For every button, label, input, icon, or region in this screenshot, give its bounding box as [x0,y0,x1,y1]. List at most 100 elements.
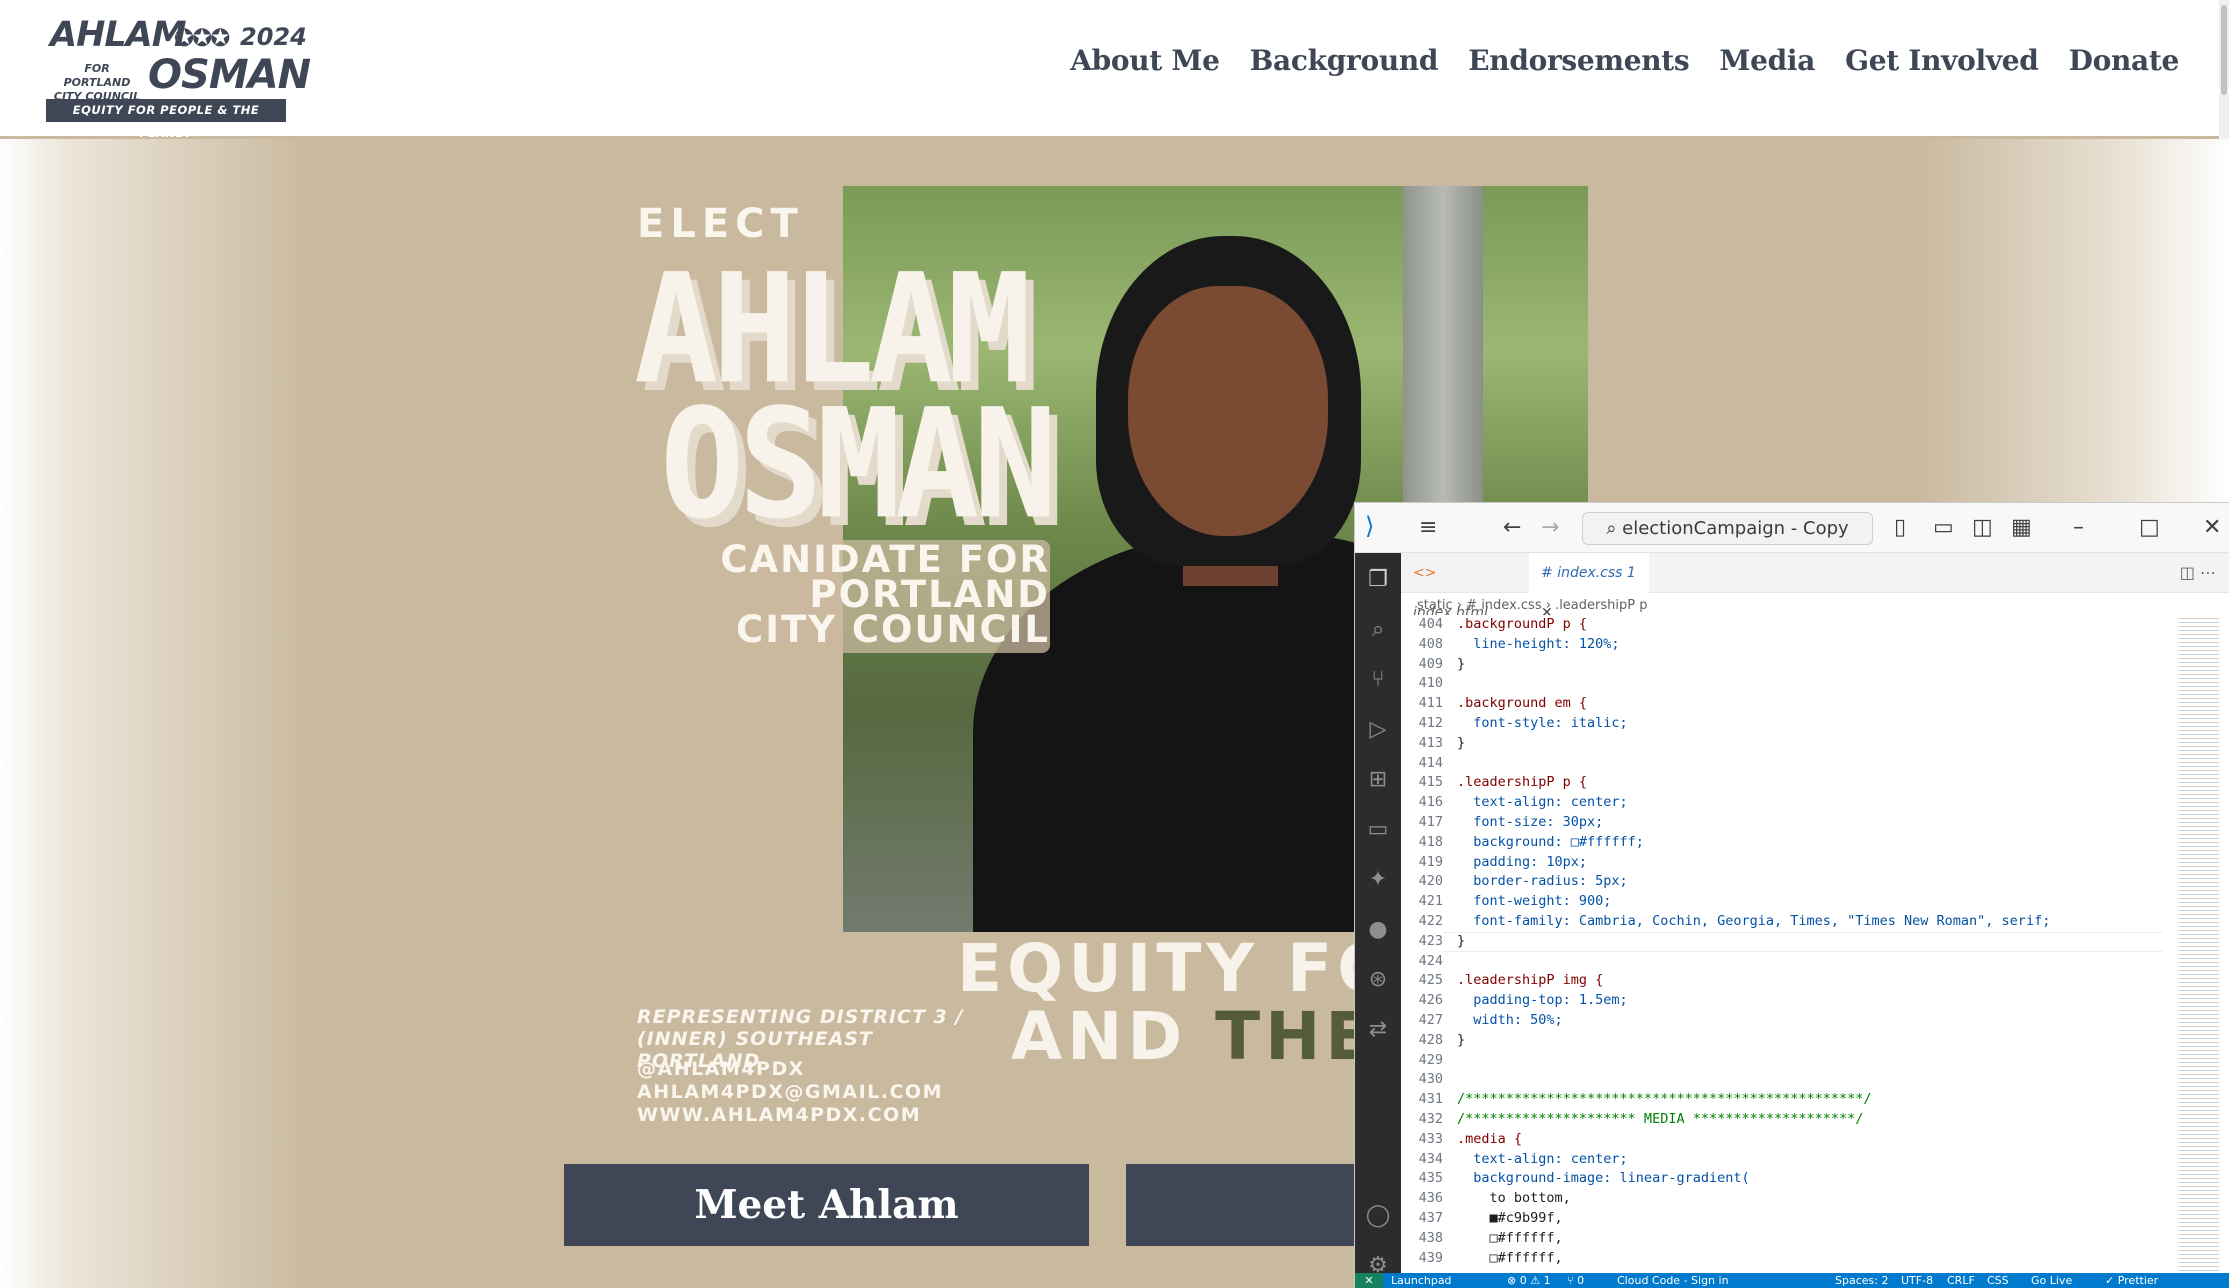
line-number: 433 [1418,1130,1443,1147]
extensions-icon[interactable]: ⊞ [1355,769,1401,791]
campaign-logo[interactable]: AHLAM ✪✪✪ 2024 FOR PORTLAND CITY COUNCIL… [46,18,311,140]
line-number: 437 [1418,1210,1443,1226]
breadcrumb-symbol[interactable]: .leadershipP p [1555,598,1647,613]
code-line[interactable]: .leadershipP img { [1457,971,1603,991]
forward-arrow-icon[interactable]: → [1541,517,1559,539]
code-line[interactable]: border-radius: 5px; [1457,872,1627,892]
minimize-icon[interactable]: – [2073,517,2084,539]
code-line[interactable]: line-height: 120%; [1457,635,1619,655]
poster-handle: @AHLAM4PDX [637,1058,805,1080]
status-prettier[interactable]: ✓ Prettier [2105,1273,2158,1288]
command-center-label: electionCampaign - Copy [1622,518,1849,539]
line-number: 424 [1418,952,1443,969]
menu-icon[interactable]: ≡ [1419,517,1437,539]
toggle-panel-icon[interactable]: ▭ [1933,517,1954,539]
code-line[interactable]: background-image: linear-gradient( [1457,1169,1749,1189]
code-line[interactable]: to bottom, [1457,1189,1571,1209]
nav-about-me[interactable]: About Me [1070,44,1220,78]
code-line[interactable]: padding: 10px; [1457,853,1587,873]
line-number: 427 [1418,1012,1443,1028]
line-number: 434 [1418,1150,1443,1167]
nav-endorsements[interactable]: Endorsements [1468,44,1689,78]
github-icon[interactable]: ● [1355,919,1401,941]
status-ports[interactable]: ⑂ 0 [1567,1273,1584,1288]
poster-candidate-text: CANIDATE FOR PORTLAND CITY COUNCIL [708,540,1050,653]
minimap[interactable] [2179,615,2219,1275]
code-line[interactable]: .media { [1457,1130,1522,1150]
line-number: 408 [1418,635,1443,652]
code-line[interactable]: text-align: center; [1457,1150,1627,1170]
breadcrumb-file[interactable]: # index.css [1466,598,1541,613]
code-line[interactable]: } [1457,655,1465,675]
code-line[interactable]: /********************* MEDIA ***********… [1457,1110,1863,1130]
line-number: 422 [1418,913,1443,929]
code-line[interactable]: .background em { [1457,694,1587,714]
nav-donate[interactable]: Donate [2069,44,2180,78]
line-number: 428 [1418,1031,1443,1048]
breadcrumb-folder[interactable]: static [1417,598,1453,613]
vscode-logo-icon: ⟩ [1365,512,1375,540]
customize-layout-icon[interactable]: ▦ [2011,517,2032,539]
poster-elect: ELECT [637,201,804,247]
code-line[interactable]: ■#c9b99f, [1457,1209,1563,1229]
code-line[interactable]: □#ffffff, [1457,1229,1563,1249]
code-editor[interactable]: 404 .backgroundP p {408 line-height: 120%… [1401,615,2229,1275]
meet-ahlam-button[interactable]: Meet Ahlam [564,1164,1089,1246]
vscode-titlebar: ⟩ ≡ ← → ⌕ electionCampaign - Copy ▯ ▭ ◫ … [1355,503,2229,553]
accounts-icon[interactable]: ◯ [1355,1205,1401,1227]
code-line[interactable]: } [1457,734,1465,754]
code-line[interactable]: background: □#ffffff; [1457,833,1644,853]
code-line[interactable]: font-size: 30px; [1457,813,1603,833]
line-number: 420 [1418,873,1443,890]
run-debug-icon[interactable]: ▷ [1355,719,1401,741]
copilot-icon[interactable]: ✦ [1355,869,1401,891]
line-number: 419 [1418,853,1443,870]
tab-label: index.css 1 [1557,565,1636,581]
nav-background[interactable]: Background [1250,44,1439,78]
code-line[interactable]: text-align: center; [1457,793,1627,813]
code-line[interactable]: font-style: italic; [1457,714,1627,734]
back-arrow-icon[interactable]: ← [1503,517,1521,539]
status-language[interactable]: CSS [1987,1273,2009,1288]
code-line[interactable]: font-weight: 900; [1457,892,1611,912]
maximize-icon[interactable]: □ [2139,517,2160,539]
editor-tabs: <> index.html # index.css 1 ✕ ◫ ⋯ [1401,553,2229,621]
code-line[interactable]: .backgroundP p { [1457,615,1587,635]
tab-index-css[interactable]: # index.css 1 ✕ [1529,553,1649,621]
nav-get-involved[interactable]: Get Involved [1845,44,2039,78]
code-line[interactable]: .leadershipP p { [1457,773,1587,793]
page-scrollbar-thumb[interactable] [2221,5,2227,95]
split-editor-icon[interactable]: ◫ ⋯ [2180,563,2216,583]
status-go-live[interactable]: Go Live [2031,1273,2072,1288]
code-line[interactable]: } [1457,1031,1465,1051]
remote-indicator-icon[interactable]: ✕ [1355,1273,1383,1288]
gitlens-icon[interactable]: ⊛ [1355,969,1401,991]
code-line[interactable]: □#ffffff, [1457,1249,1563,1269]
command-center-search[interactable]: ⌕ electionCampaign - Copy [1582,512,1873,545]
status-problems[interactable]: ⊗ 0 ⚠ 1 [1507,1273,1551,1288]
code-line[interactable]: width: 50%; [1457,1011,1562,1031]
status-spaces[interactable]: Spaces: 2 [1835,1273,1888,1288]
tab-index-html[interactable]: <> index.html [1401,553,1521,621]
line-number: 431 [1418,1091,1443,1108]
code-line[interactable]: font-family: Cambria, Cochin, Georgia, T… [1457,912,2050,932]
status-cloud-code[interactable]: Cloud Code - Sign in [1617,1273,1729,1288]
close-window-icon[interactable]: ✕ [2203,517,2221,539]
toggle-secondary-sidebar-icon[interactable]: ◫ [1972,517,1993,539]
source-control-icon[interactable]: ⑂ [1355,669,1401,691]
live-share-icon[interactable]: ⇄ [1355,1019,1401,1041]
status-encoding[interactable]: UTF-8 [1901,1273,1933,1288]
status-eol[interactable]: CRLF [1947,1273,1975,1288]
code-line[interactable]: /***************************************… [1457,1090,1872,1110]
explorer-icon[interactable]: ❐ [1355,569,1401,591]
status-launchpad[interactable]: Launchpad [1391,1273,1452,1288]
remote-explorer-icon[interactable]: ▭ [1355,819,1401,841]
toggle-sidebar-icon[interactable]: ▯ [1894,517,1906,539]
line-number: 418 [1418,833,1443,850]
logo-last-name: OSMAN [148,52,311,98]
line-number: 409 [1418,655,1443,672]
nav-media[interactable]: Media [1719,44,1815,78]
search-icon[interactable]: ⌕ [1355,619,1401,641]
code-line[interactable]: padding-top: 1.5em; [1457,991,1627,1011]
code-line[interactable]: } [1457,932,1465,952]
